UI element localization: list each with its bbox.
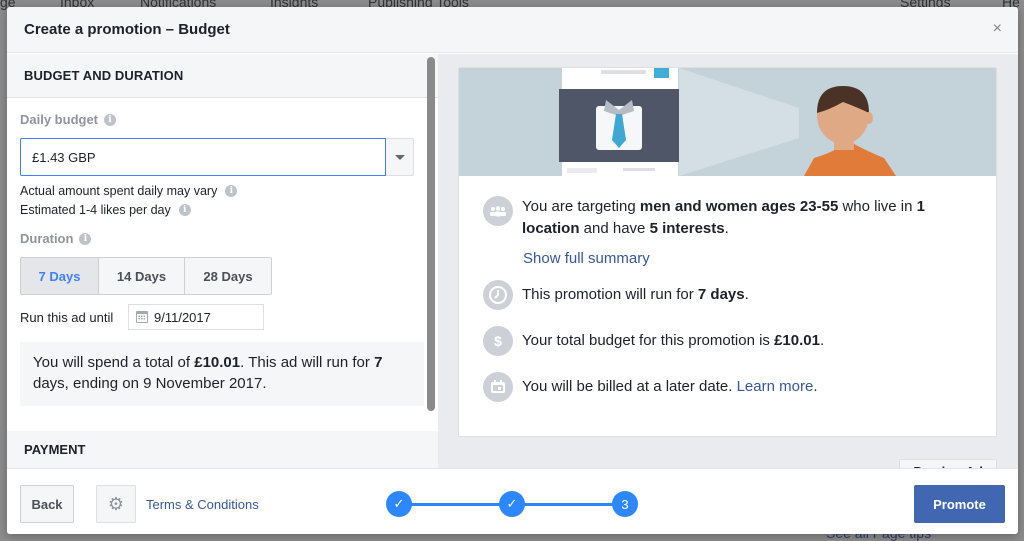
people-icon: [483, 196, 513, 226]
summary-total: £10.01: [194, 354, 241, 371]
learn-more-link[interactable]: Learn more: [737, 378, 814, 395]
daily-budget-label-text: Daily budget: [20, 112, 99, 127]
duration-28-days[interactable]: 28 Days: [185, 258, 271, 294]
spend-summary: You will spend a total of £10.01. This a…: [20, 342, 424, 406]
budget-panel: BUDGET AND DURATION Daily budget i £1.43…: [7, 54, 438, 468]
illustration-graphic: [459, 68, 996, 176]
budget-summary: $ Your total budget for this promotion i…: [483, 326, 972, 356]
dialog-header: Create a promotion – Budget ×: [7, 7, 1018, 53]
duration-text: This promotion will run for 7 days.: [522, 286, 749, 303]
summary-text: days, ending on 9 November 2017.: [33, 375, 267, 392]
info-icon[interactable]: i: [225, 184, 238, 197]
daily-budget-select[interactable]: £1.43 GBP: [20, 138, 414, 176]
calendar-icon: [136, 311, 148, 323]
step-1-complete[interactable]: ✓: [386, 491, 412, 517]
dialog-title: Create a promotion – Budget: [24, 21, 230, 38]
hint-spend-text: Actual amount spent daily may vary: [20, 183, 218, 198]
dollar-icon: $: [483, 326, 513, 356]
billing-summary: You will be billed at a later date. Lear…: [483, 372, 972, 402]
promote-button[interactable]: Promote: [914, 485, 1005, 523]
duration-7-days[interactable]: 7 Days: [21, 258, 99, 294]
show-full-summary-link[interactable]: Show full summary: [523, 250, 650, 267]
step-2-complete[interactable]: ✓: [499, 491, 525, 517]
chevron-down-icon: [394, 154, 405, 160]
targeting-text: You are targeting men and women ages 23-…: [522, 198, 925, 237]
info-icon[interactable]: i: [104, 113, 117, 126]
ad-audience-illustration: [459, 68, 996, 176]
info-icon[interactable]: i: [178, 203, 191, 216]
promotion-dialog: Create a promotion – Budget × BUDGET AND…: [7, 7, 1018, 534]
duration-selector: 7 Days 14 Days 28 Days: [20, 257, 272, 295]
run-until-row: Run this ad until 9/11/2017: [20, 304, 425, 330]
info-icon[interactable]: i: [79, 232, 92, 245]
calendar-icon: [483, 372, 513, 402]
settings-button[interactable]: ⚙: [96, 485, 136, 523]
daily-budget-input[interactable]: £1.43 GBP: [20, 138, 386, 176]
hint-spend: Actual amount spent daily may vary i: [20, 181, 425, 200]
section-header-budget: BUDGET AND DURATION: [7, 54, 438, 98]
summary-text: . This ad will run for: [240, 354, 375, 371]
end-date-input[interactable]: 9/11/2017: [128, 304, 264, 330]
duration-label: Duration i: [20, 231, 425, 246]
progress-stepper: ✓ ✓ 3: [386, 491, 638, 517]
billing-text: You will be billed at a later date. Lear…: [522, 378, 818, 395]
hint-likes: Estimated 1-4 likes per day i: [20, 200, 425, 219]
summary-days: 7: [374, 354, 383, 371]
step-3-current[interactable]: 3: [612, 491, 638, 517]
promotion-summary-card: You are targeting men and women ages 23-…: [458, 67, 997, 437]
scrollbar[interactable]: [427, 57, 435, 411]
daily-budget-label: Daily budget i: [20, 112, 425, 127]
run-until-label: Run this ad until: [20, 309, 114, 325]
close-icon[interactable]: ×: [993, 21, 1002, 37]
clock-icon: [483, 280, 513, 310]
section-header-payment[interactable]: PAYMENT: [7, 431, 438, 468]
targeting-summary: You are targeting men and women ages 23-…: [483, 196, 972, 240]
dialog-footer: Back ⚙ Terms & Conditions ✓ ✓ 3 Promote: [7, 468, 1018, 534]
summary-text: You will spend a total of: [33, 354, 195, 371]
end-date-value: 9/11/2017: [154, 309, 211, 325]
duration-summary: This promotion will run for 7 days.: [483, 280, 972, 310]
duration-14-days[interactable]: 14 Days: [99, 258, 185, 294]
budget-text: Your total budget for this promotion is …: [522, 332, 825, 349]
dialog-body: BUDGET AND DURATION Daily budget i £1.43…: [7, 54, 1018, 483]
duration-label-text: Duration: [20, 231, 74, 246]
back-button[interactable]: Back: [20, 485, 74, 523]
hint-likes-text: Estimated 1-4 likes per day: [20, 202, 171, 217]
budget-dropdown-button[interactable]: [386, 138, 414, 176]
gear-icon: ⚙: [107, 493, 125, 514]
terms-conditions-link[interactable]: Terms & Conditions: [146, 497, 259, 512]
